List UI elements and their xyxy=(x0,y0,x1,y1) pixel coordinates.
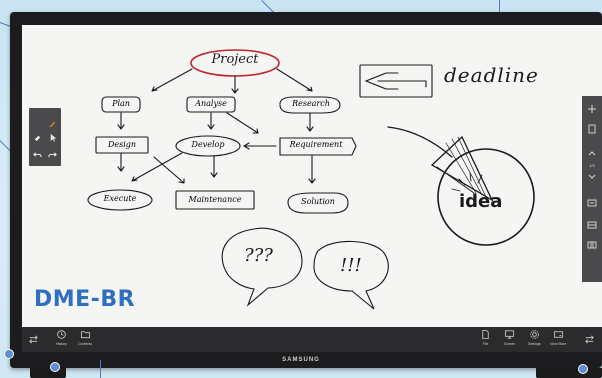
analyse-label: Analyse xyxy=(195,99,227,108)
history-label: History xyxy=(56,342,67,346)
settings-label: Settings xyxy=(528,342,541,346)
history-button[interactable]: History xyxy=(56,329,67,346)
callout-pin xyxy=(578,364,588,374)
add-page-button[interactable] xyxy=(582,102,602,116)
undo-icon xyxy=(32,151,42,157)
brand-logo: SAMSUNG xyxy=(282,357,320,363)
file-icon xyxy=(482,329,489,340)
switch-side-right-button[interactable] xyxy=(584,334,595,345)
layout-button[interactable] xyxy=(582,218,602,232)
page-list-button[interactable] xyxy=(582,122,602,136)
document-icon xyxy=(588,124,596,134)
product-stage: Project Plan Analyse Research Design Dev… xyxy=(0,0,602,378)
next-page-button[interactable] xyxy=(582,170,602,184)
eraser-icon xyxy=(34,135,40,141)
callout-pin xyxy=(4,349,14,359)
switch-side-left-button[interactable] xyxy=(28,334,39,345)
project-label: Project xyxy=(211,52,259,67)
requirement-label: Requirement xyxy=(289,140,343,149)
undo-button[interactable] xyxy=(31,148,43,160)
right-foot xyxy=(536,368,602,378)
settings-button[interactable]: Settings xyxy=(528,329,541,346)
swap-arrows-icon xyxy=(29,335,38,344)
screen-button[interactable]: Screen xyxy=(504,329,515,346)
clock-icon xyxy=(57,330,66,339)
file-label: File xyxy=(482,342,489,346)
contents-label: Contents xyxy=(78,342,93,346)
idea-label: idea xyxy=(459,191,503,212)
chevron-up-icon xyxy=(588,151,596,156)
screen-label: Screen xyxy=(504,342,516,346)
pen-toolbar xyxy=(29,108,61,166)
export-icon xyxy=(587,199,597,207)
solution-label: Solution xyxy=(301,197,335,206)
folder-icon xyxy=(80,331,90,339)
select-tool-button[interactable] xyxy=(46,131,58,143)
bottom-toolbar: History Contents File Screen Settings Vi… xyxy=(22,327,602,352)
left-foot xyxy=(30,368,66,378)
bubble-left-text: ??? xyxy=(244,245,273,266)
redo-button[interactable] xyxy=(46,148,58,160)
eraser-tool-button[interactable] xyxy=(31,131,43,143)
grid-button[interactable] xyxy=(582,238,602,252)
callout-line xyxy=(100,360,101,378)
layout-icon xyxy=(587,221,597,229)
callout-pin xyxy=(50,362,60,372)
develop-label: Develop xyxy=(191,140,225,149)
grid-icon xyxy=(587,241,597,249)
file-button[interactable]: File xyxy=(480,329,491,346)
execute-label: Execute xyxy=(103,194,137,203)
design-label: Design xyxy=(107,140,137,149)
plus-icon xyxy=(588,105,596,113)
watermark-logo: DME-BR xyxy=(34,287,136,312)
monitor-icon xyxy=(505,330,515,339)
page-toolbar: 1/3 xyxy=(582,96,602,282)
pen-tool-button[interactable] xyxy=(46,117,58,129)
research-label: Research xyxy=(292,99,330,108)
view-more-button[interactable]: View More xyxy=(550,329,566,346)
bubble-right-text: !!! xyxy=(340,255,362,276)
swap-arrows-icon xyxy=(585,335,594,344)
viewmore-label: View More xyxy=(550,342,567,346)
deadline-note: deadline xyxy=(444,63,539,87)
gear-icon xyxy=(530,330,539,339)
whiteboard-canvas[interactable]: Project Plan Analyse Research Design Dev… xyxy=(22,25,602,327)
maintenance-label: Maintenance xyxy=(188,195,242,204)
chevron-down-icon xyxy=(588,174,596,179)
contents-button[interactable]: Contents xyxy=(78,329,92,346)
pointer-icon xyxy=(50,133,56,142)
pen-icon xyxy=(49,121,55,127)
view-more-icon xyxy=(553,331,563,338)
export-button[interactable] xyxy=(582,196,602,210)
redo-icon xyxy=(47,151,57,157)
plan-label: Plan xyxy=(112,99,130,108)
